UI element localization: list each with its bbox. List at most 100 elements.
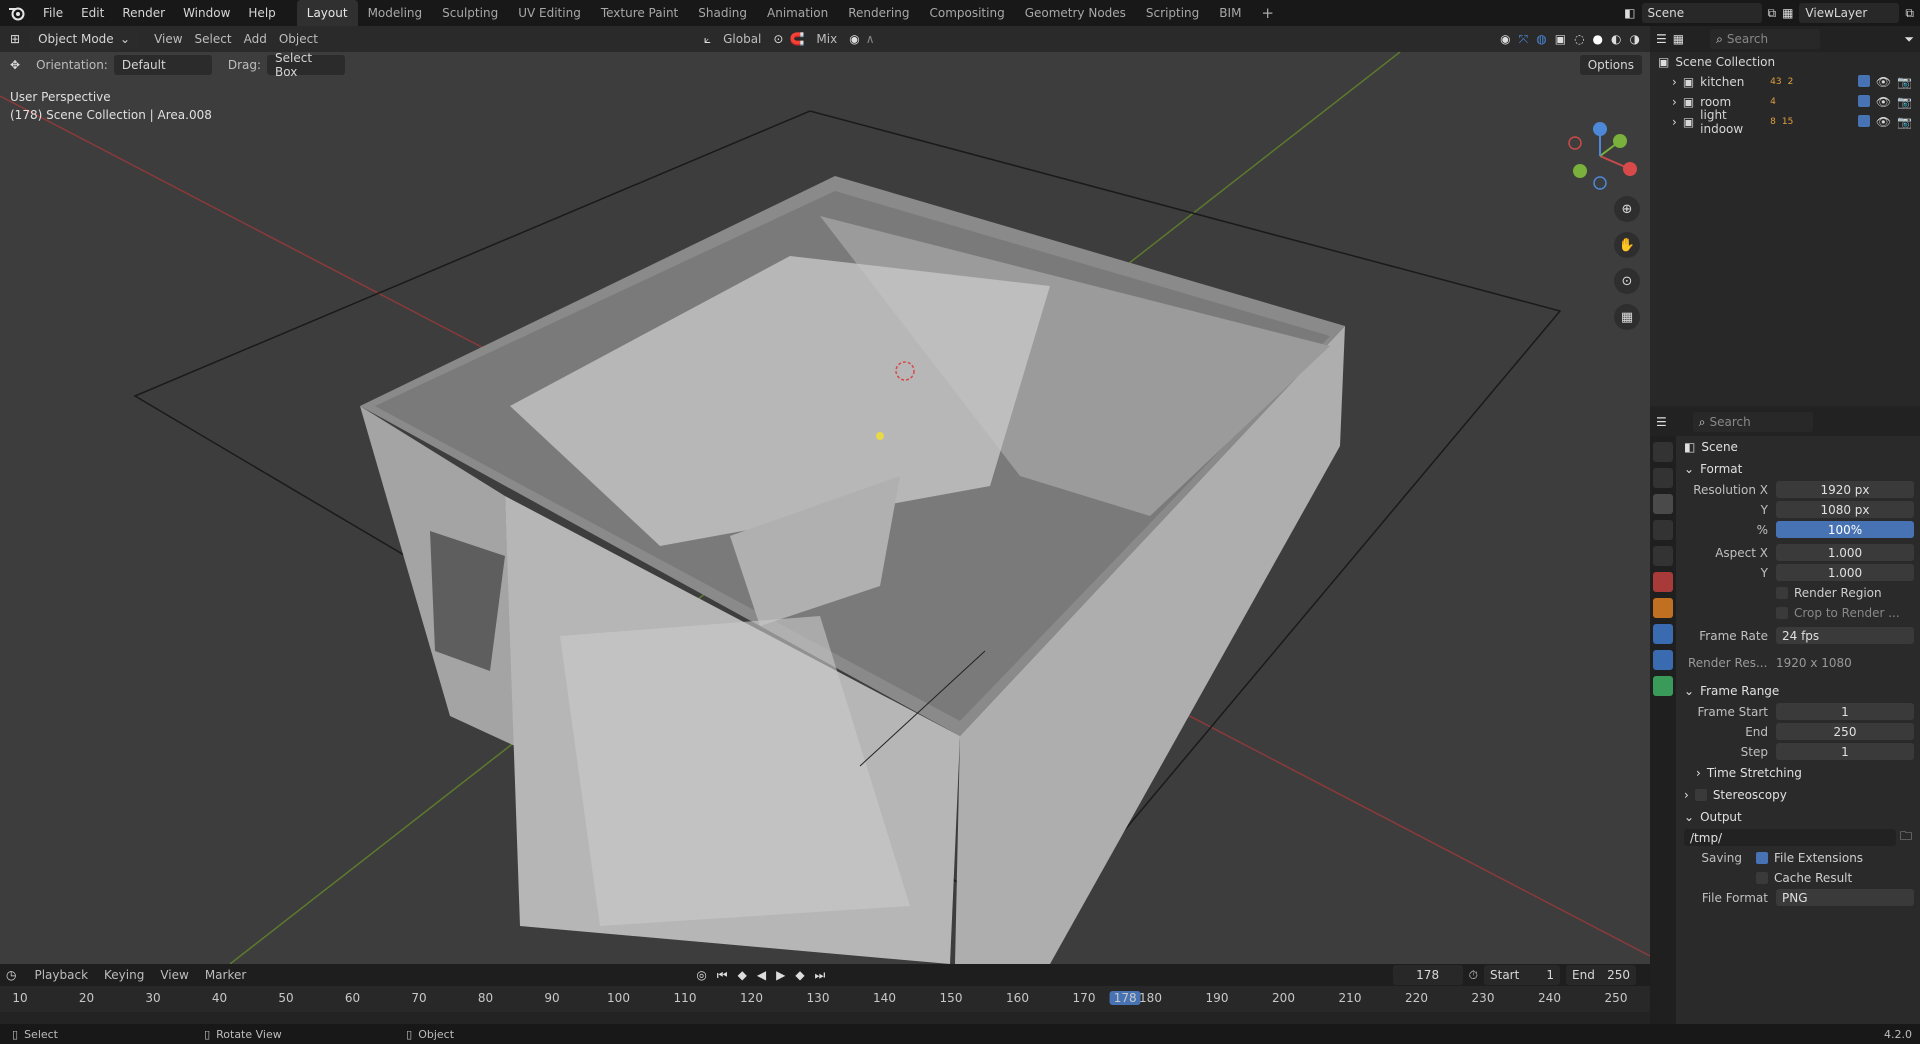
menu-edit[interactable]: Edit <box>72 0 113 26</box>
stereoscopy-checkbox[interactable] <box>1694 789 1707 801</box>
tab-sculpting[interactable]: Sculpting <box>432 0 508 26</box>
menu-help[interactable]: Help <box>239 0 284 26</box>
transform-orientation[interactable]: Global <box>717 32 767 46</box>
camera-view-icon[interactable]: ⊙ <box>1614 268 1640 294</box>
outliner-item-light[interactable]: › ▣ light indoow 8 15 👁 📷 <box>1650 108 1920 136</box>
view-layer-icon[interactable]: ▦ <box>1782 6 1793 20</box>
menu-select[interactable]: Select <box>189 32 238 46</box>
solid-shading-icon[interactable]: ● <box>1593 32 1603 46</box>
properties-search[interactable]: ⌕ Search <box>1692 412 1813 432</box>
timeline-view-menu[interactable]: View <box>154 968 194 982</box>
tab-shading[interactable]: Shading <box>688 0 757 26</box>
render-region-checkbox[interactable] <box>1776 586 1788 599</box>
eye-icon[interactable]: 👁 <box>1876 115 1891 129</box>
tab-bim[interactable]: BIM <box>1209 0 1251 26</box>
menu-file[interactable]: File <box>34 0 72 26</box>
expand-arrow-icon[interactable]: › <box>1672 95 1677 109</box>
menu-window[interactable]: Window <box>174 0 239 26</box>
frame-start-field[interactable]: 1 <box>1776 703 1914 720</box>
properties-editor-icon[interactable]: ☰ <box>1656 415 1667 429</box>
playback-menu[interactable]: Playback <box>28 968 94 982</box>
mode-dropdown[interactable]: Object Mode ⌄ <box>30 29 139 49</box>
physics-tab-icon[interactable] <box>1653 650 1673 670</box>
orientation-dropdown[interactable]: Default <box>113 55 212 75</box>
z-axis-icon[interactable] <box>1593 122 1607 136</box>
outliner-editor-icon[interactable]: ☰ <box>1656 32 1667 46</box>
crop-row[interactable]: Crop to Render ... <box>1680 603 1918 622</box>
stereoscopy-header[interactable]: › Stereoscopy <box>1680 784 1918 806</box>
visibility-icon[interactable]: ◉ <box>1500 32 1510 46</box>
menu-add[interactable]: Add <box>238 32 273 46</box>
format-panel-header[interactable]: ⌄ Format <box>1680 458 1918 480</box>
next-keyframe-icon[interactable]: ◆ <box>795 968 804 983</box>
new-scene-icon[interactable]: ⧉ <box>1768 6 1777 21</box>
wireframe-shading-icon[interactable]: ◌ <box>1574 32 1584 46</box>
add-workspace-button[interactable]: + <box>1251 0 1284 26</box>
timeline-editor-icon[interactable]: ◷ <box>6 968 24 982</box>
falloff-icon[interactable]: ∧ <box>866 32 875 46</box>
object-tab-icon[interactable] <box>1653 598 1673 618</box>
view-layer-field[interactable]: ViewLayer <box>1799 3 1900 23</box>
proportional-edit-icon[interactable]: ◉ <box>849 32 859 46</box>
world-tab-icon[interactable] <box>1653 572 1673 592</box>
outliner-root[interactable]: ▣ Scene Collection <box>1650 52 1920 72</box>
end-frame-field[interactable]: End 250 <box>1566 965 1636 985</box>
3d-viewport[interactable]: ⊞ Object Mode ⌄ View Select Add Object ⟀ … <box>0 26 1650 964</box>
scene-tab-icon[interactable] <box>1653 546 1673 566</box>
outliner-search[interactable]: ⌕ Search <box>1710 29 1821 49</box>
pivot-icon[interactable]: ⊙ <box>773 32 783 46</box>
clock-icon[interactable]: ⏱ <box>1469 968 1478 983</box>
time-stretching-header[interactable]: › Time Stretching <box>1680 762 1918 784</box>
res-y-field[interactable]: 1080 px <box>1776 501 1914 518</box>
file-extensions-checkbox[interactable] <box>1756 851 1768 864</box>
tab-rendering[interactable]: Rendering <box>838 0 919 26</box>
frame-rate-dropdown[interactable]: 24 fps <box>1776 627 1914 644</box>
menu-render[interactable]: Render <box>113 0 174 26</box>
display-mode-icon[interactable]: ▦ <box>1673 32 1684 46</box>
camera-icon[interactable]: 📷 <box>1897 115 1912 129</box>
tab-layout[interactable]: Layout <box>296 0 358 26</box>
drag-dropdown[interactable]: Select Box <box>267 51 346 79</box>
neg-z-axis-icon[interactable] <box>1593 176 1607 190</box>
zoom-icon[interactable]: ⊕ <box>1614 196 1640 222</box>
play-icon[interactable]: ▶ <box>776 968 785 983</box>
marker-menu[interactable]: Marker <box>199 968 252 982</box>
tab-texture-paint[interactable]: Texture Paint <box>591 0 688 26</box>
gizmo-icon[interactable]: ⤧ <box>1519 32 1529 47</box>
scene-field[interactable]: Scene <box>1641 3 1762 23</box>
data-tab-icon[interactable] <box>1653 676 1673 696</box>
res-pct-field[interactable]: 100% <box>1776 521 1914 538</box>
view-layer-tab-icon[interactable] <box>1653 520 1673 540</box>
perspective-grid-icon[interactable]: ▦ <box>1614 304 1640 330</box>
xray-icon[interactable]: ▣ <box>1555 32 1566 46</box>
snap-icon[interactable]: 🧲 <box>789 32 804 46</box>
neg-y-axis-icon[interactable] <box>1573 164 1587 178</box>
scene-icon[interactable]: ◧ <box>1624 6 1635 20</box>
outliner-item-kitchen[interactable]: › ▣ kitchen 43 2 👁 📷 <box>1650 72 1920 92</box>
start-frame-field[interactable]: Start 1 <box>1484 965 1560 985</box>
eye-icon[interactable]: 👁 <box>1876 75 1891 89</box>
eye-icon[interactable]: 👁 <box>1876 95 1891 109</box>
file-format-dropdown[interactable]: PNG <box>1776 889 1914 906</box>
cache-result-checkbox[interactable] <box>1756 871 1768 884</box>
expand-arrow-icon[interactable]: › <box>1672 75 1677 89</box>
rendered-shading-icon[interactable]: ◑ <box>1630 32 1640 46</box>
pan-hand-icon[interactable]: ✋ <box>1614 232 1640 258</box>
options-button[interactable]: Options <box>1579 55 1642 75</box>
new-view-layer-icon[interactable]: ⧉ <box>1905 6 1914 21</box>
material-shading-icon[interactable]: ◐ <box>1611 32 1621 46</box>
frame-cursor[interactable]: 178 <box>1109 991 1141 1005</box>
frame-end-field[interactable]: 250 <box>1776 723 1914 740</box>
menu-view[interactable]: View <box>148 32 188 46</box>
cache-result-row[interactable]: Cache Result <box>1680 868 1918 887</box>
play-reverse-icon[interactable]: ◀ <box>757 968 766 983</box>
output-tab-icon[interactable] <box>1653 494 1673 514</box>
move-tool-icon[interactable]: ✥ <box>0 58 30 72</box>
output-panel-header[interactable]: ⌄ Output <box>1680 806 1918 828</box>
tab-scripting[interactable]: Scripting <box>1136 0 1209 26</box>
frame-range-panel-header[interactable]: ⌄ Frame Range <box>1680 680 1918 702</box>
include-checkbox[interactable] <box>1857 75 1870 87</box>
snap-mode[interactable]: Mix <box>810 32 843 46</box>
folder-icon[interactable]: 🗀 <box>1900 827 1918 848</box>
y-axis-icon[interactable] <box>1613 134 1627 148</box>
